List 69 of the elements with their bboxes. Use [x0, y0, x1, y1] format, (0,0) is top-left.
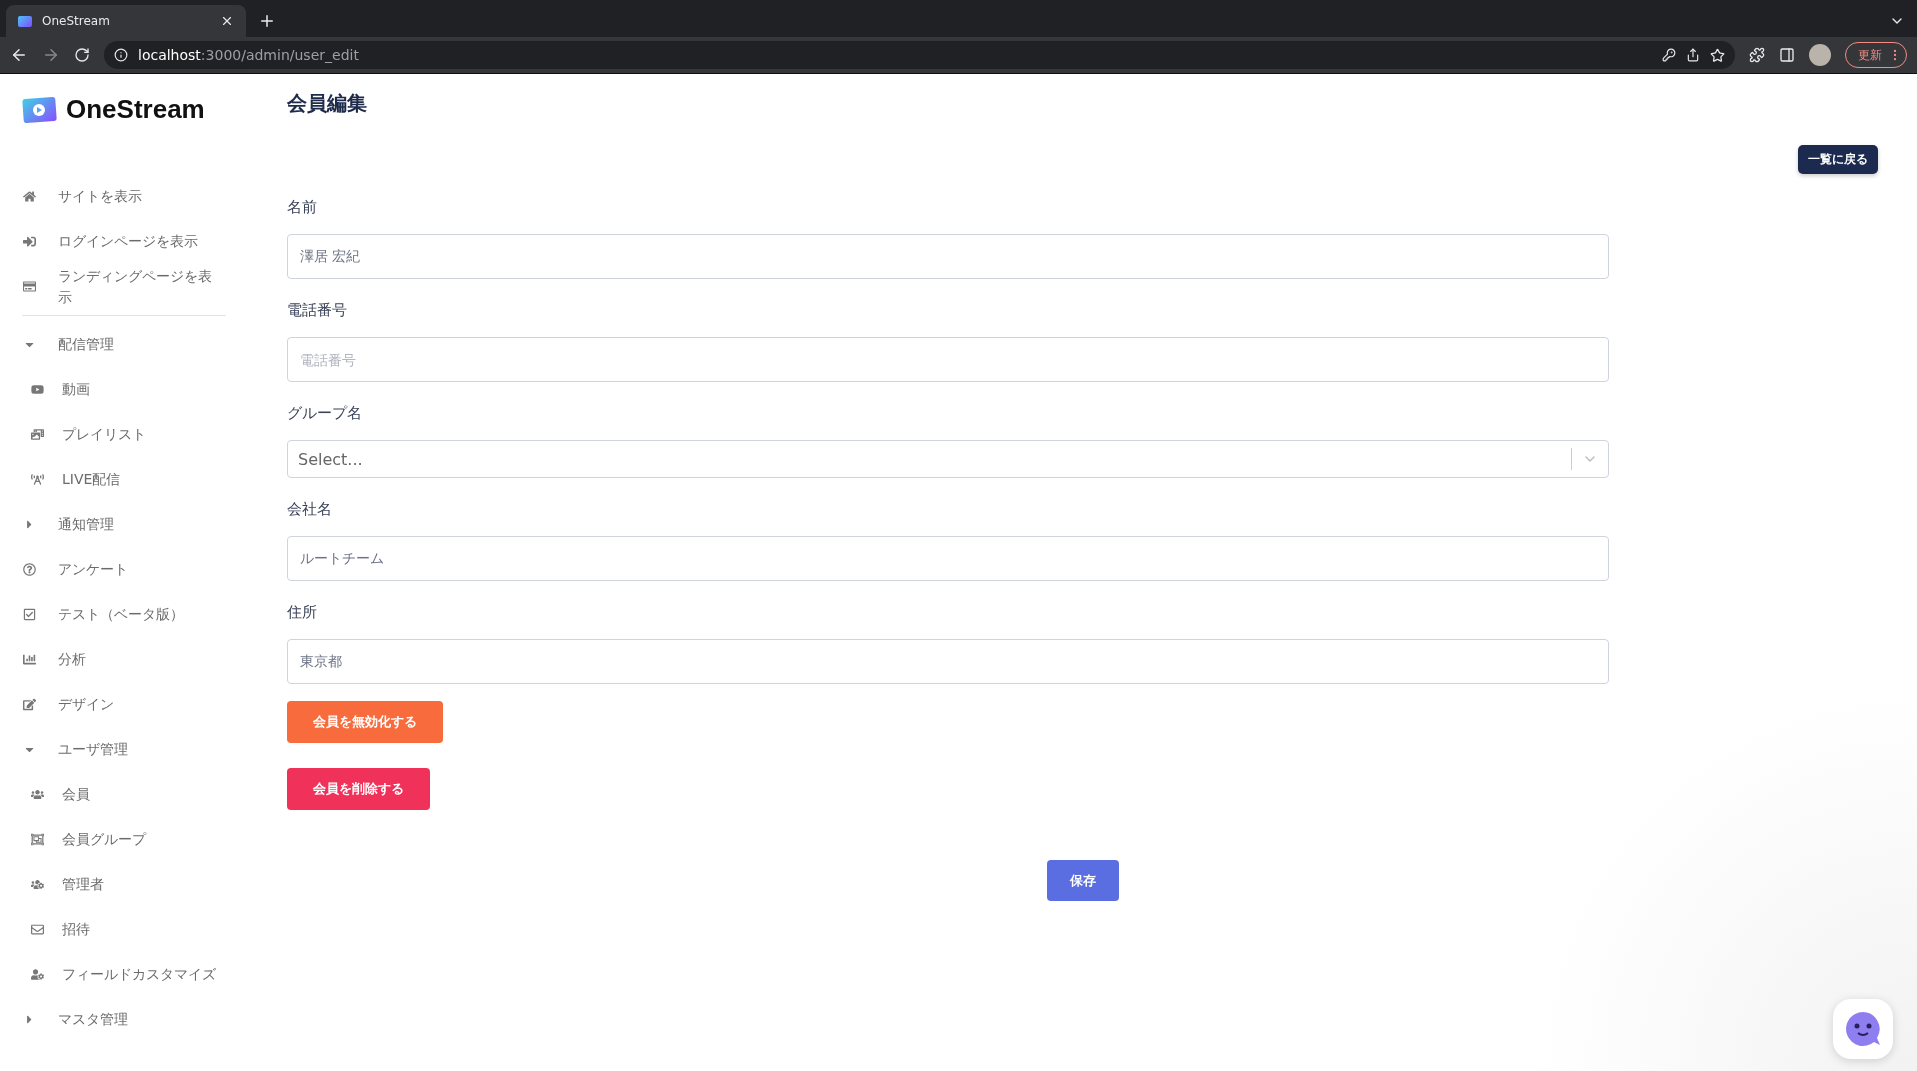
sidebar-subitem[interactable]: 会員グループ	[22, 817, 226, 862]
card-icon	[22, 280, 36, 293]
close-icon[interactable]	[220, 14, 234, 28]
field-label: 住所	[287, 603, 318, 622]
users-gear-icon	[30, 878, 44, 891]
sidebar-item[interactable]: 配信管理	[22, 322, 226, 367]
sidebar-subitem[interactable]: 招待	[22, 907, 226, 952]
sign-in-icon	[22, 235, 36, 248]
group-icon	[30, 833, 44, 846]
puzzle-icon[interactable]	[1749, 47, 1765, 63]
input-field[interactable]: 澤居 宏紀	[287, 234, 1609, 279]
field-label: 名前	[287, 198, 318, 217]
video-icon	[30, 383, 44, 396]
sidebar-item[interactable]: マスタ管理	[22, 997, 226, 1042]
input-field[interactable]: 電話番号	[287, 337, 1609, 382]
sidebar-subitem[interactable]: LIVE配信	[22, 457, 226, 502]
sidebar-link[interactable]: ログインページを表示	[22, 219, 226, 264]
select-field[interactable]: Select...	[287, 440, 1609, 478]
back-icon[interactable]	[10, 46, 28, 64]
browser-tab[interactable]: OneStream	[6, 5, 246, 37]
sidebar-subitem[interactable]: 管理者	[22, 862, 226, 907]
back-to-list-button[interactable]: 一覧に戻る	[1798, 145, 1878, 174]
sidebar-item[interactable]: 分析	[22, 637, 226, 682]
sidebar-link[interactable]: サイトを表示	[22, 174, 226, 219]
sidebar-subitem[interactable]: プレイリスト	[22, 412, 226, 457]
delete-button[interactable]: 会員を削除する	[287, 768, 430, 810]
chat-button[interactable]	[1833, 999, 1893, 1059]
star-icon[interactable]	[1710, 47, 1725, 63]
users-icon	[30, 788, 44, 801]
field-label: グループ名	[287, 404, 363, 423]
input-field[interactable]: ルートチーム	[287, 536, 1609, 581]
checkbox-icon	[22, 608, 36, 621]
sidebar-subitem[interactable]: 動画	[22, 367, 226, 412]
forward-icon[interactable]	[42, 46, 60, 64]
input-field[interactable]: 東京都	[287, 639, 1609, 684]
logo-icon	[22, 95, 58, 123]
field-label: 会社名	[287, 500, 333, 519]
deactivate-button[interactable]: 会員を無効化する	[287, 701, 443, 743]
images-icon	[30, 428, 44, 441]
home-icon	[22, 190, 36, 203]
field-label: 電話番号	[287, 301, 348, 320]
side-panel-icon[interactable]	[1779, 47, 1795, 63]
sidebar-item[interactable]: デザイン	[22, 682, 226, 727]
edit-icon	[22, 698, 36, 711]
user-gear-icon	[30, 968, 44, 981]
bar-chart-icon	[22, 653, 36, 666]
sidebar-link[interactable]: ランディングページを表示	[22, 264, 226, 309]
sidebar-subitem[interactable]: 会員	[22, 772, 226, 817]
sidebar-item[interactable]: テスト（ベータ版）	[22, 592, 226, 637]
url-text: localhost:3000/admin/user_edit	[138, 47, 359, 63]
favicon-icon	[18, 15, 32, 27]
question-icon	[22, 563, 36, 576]
page-title: 会員編集	[287, 90, 368, 117]
sidebar-item[interactable]: ユーザ管理	[22, 727, 226, 772]
info-icon	[114, 48, 128, 62]
broadcast-icon	[30, 473, 44, 486]
address-bar[interactable]: localhost:3000/admin/user_edit	[104, 41, 1735, 69]
logo-text: OneStream	[66, 93, 205, 125]
sidebar-item[interactable]: アンケート	[22, 547, 226, 592]
tab-title: OneStream	[42, 14, 111, 28]
sidebar-item[interactable]: 通知管理	[22, 502, 226, 547]
sidebar-subitem[interactable]: フィールドカスタマイズ	[22, 952, 226, 997]
save-button[interactable]: 保存	[1046, 860, 1119, 901]
envelope-icon	[30, 923, 44, 936]
profile-avatar[interactable]	[1809, 44, 1831, 66]
reload-icon[interactable]	[74, 47, 90, 63]
chat-face-icon	[1844, 1010, 1882, 1048]
share-icon[interactable]	[1686, 48, 1700, 62]
key-icon[interactable]	[1662, 48, 1676, 62]
